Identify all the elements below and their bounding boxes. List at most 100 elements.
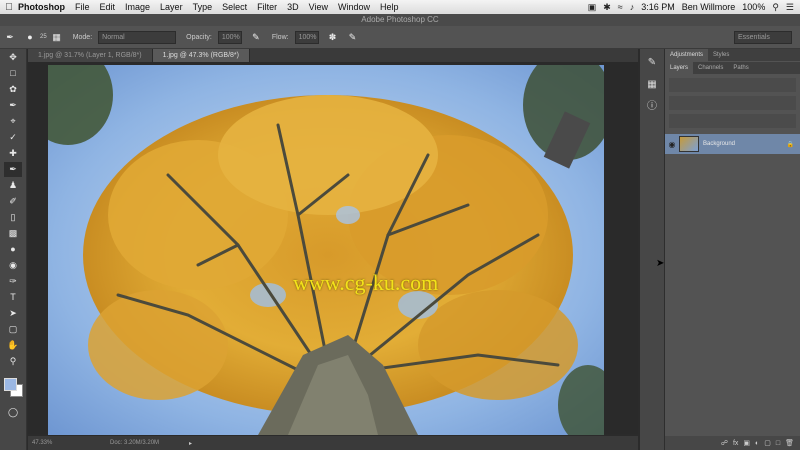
status-menu-arrow-icon[interactable]: ▸ <box>189 440 192 447</box>
new-layer-icon[interactable]: □ <box>776 440 780 447</box>
layer-filter-row[interactable] <box>669 78 796 92</box>
tools-panel: ✥ □ ✿ ✒ ⌖ ✓ ✚ ✒ ♟ ✐ ▯ ▩ ● ◉ ✑ T ➤ ▢ ✋ ⚲ … <box>0 49 27 450</box>
color-swatches[interactable] <box>3 377 23 399</box>
menu-file[interactable]: File <box>75 2 90 12</box>
add-mask-icon[interactable]: ▣ <box>743 439 750 447</box>
wifi-icon[interactable]: ≈ <box>618 2 623 12</box>
doc-size: Doc: 3.20M/3.20M <box>110 440 160 446</box>
layer-name[interactable]: Background <box>703 141 735 147</box>
tab-document-1[interactable]: 1.jpg @ 31.7% (Layer 1, RGB/8*) <box>28 49 153 62</box>
menu-type[interactable]: Type <box>193 2 213 12</box>
user-name[interactable]: Ben Willmore <box>682 2 736 12</box>
crop-tool-icon[interactable]: ⌖ <box>4 114 22 129</box>
workspace-select[interactable]: Essentials <box>734 30 792 44</box>
eyedropper-tool-icon[interactable]: ✓ <box>4 130 22 145</box>
pressure-size-icon[interactable]: ✎ <box>346 30 360 44</box>
brush-size-value: 25 <box>40 34 47 40</box>
zoom-tool-icon[interactable]: ⚲ <box>4 354 22 369</box>
path-select-tool-icon[interactable]: ➤ <box>4 306 22 321</box>
airplay-icon[interactable]: ▣ <box>588 2 597 13</box>
tree-photo <box>48 65 604 435</box>
window-title: Adobe Photoshop CC <box>0 14 800 26</box>
gradient-tool-icon[interactable]: ▩ <box>4 226 22 241</box>
mode-select[interactable]: Normal <box>98 30 177 44</box>
tab-adjustments[interactable]: Adjustments <box>665 49 709 61</box>
history-panel-icon[interactable]: ✎ <box>644 55 660 71</box>
status-bar: 47.33% Doc: 3.20M/3.20M ▸ <box>28 436 638 450</box>
flow-field[interactable]: 100% <box>294 30 319 44</box>
blur-tool-icon[interactable]: ● <box>4 242 22 257</box>
eraser-tool-icon[interactable]: ▯ <box>4 210 22 225</box>
shape-tool-icon[interactable]: ▢ <box>4 322 22 337</box>
move-tool-icon[interactable]: ✥ <box>4 50 22 65</box>
menu-view[interactable]: View <box>309 2 328 12</box>
document-tabs: 1.jpg @ 31.7% (Layer 1, RGB/8*) 1.jpg @ … <box>28 49 638 62</box>
mouse-cursor-icon: ➤ <box>656 258 665 269</box>
lasso-tool-icon[interactable]: ✿ <box>4 82 22 97</box>
app-menu[interactable]: Photoshop <box>18 2 65 12</box>
layers-panel-footer: ☍ fx ▣ ◐ ▢ □ 🗑 <box>665 436 800 450</box>
mode-label: Mode: <box>72 33 93 41</box>
airbrush-icon[interactable]: ✽ <box>326 30 340 44</box>
blend-mode-row[interactable] <box>669 96 796 110</box>
menu-window[interactable]: Window <box>338 2 370 12</box>
menu-select[interactable]: Select <box>222 2 247 12</box>
tab-paths[interactable]: Paths <box>728 62 753 74</box>
adjustment-layer-icon[interactable]: ◐ <box>755 440 759 447</box>
quick-mask-icon[interactable]: ◯ <box>4 405 22 420</box>
document-image[interactable] <box>48 65 604 435</box>
watermark-text: www.cg-ku.com <box>293 270 439 295</box>
menu-help[interactable]: Help <box>380 2 399 12</box>
tab-document-2[interactable]: 1.jpg @ 47.3% (RGB/8*) <box>152 49 250 62</box>
tab-styles[interactable]: Styles <box>708 49 734 61</box>
marquee-tool-icon[interactable]: □ <box>4 66 22 81</box>
layer-thumbnail <box>679 136 699 152</box>
pen-tool-icon[interactable]: ✑ <box>4 274 22 289</box>
clock[interactable]: 3:16 PM <box>641 2 675 12</box>
spotlight-icon[interactable]: ⚲ <box>772 2 779 13</box>
layer-row[interactable]: ◉ Background 🔒 <box>665 134 800 154</box>
dodge-tool-icon[interactable]: ◉ <box>4 258 22 273</box>
hand-tool-icon[interactable]: ✋ <box>4 338 22 353</box>
lock-icon: 🔒 <box>786 141 794 148</box>
notifications-icon[interactable]: ☰ <box>786 2 794 13</box>
healing-brush-tool-icon[interactable]: ✚ <box>4 146 22 161</box>
apple-icon[interactable]:  <box>0 2 18 13</box>
info-panel-icon[interactable]: ⓘ <box>644 99 660 115</box>
visibility-eye-icon[interactable]: ◉ <box>665 140 679 149</box>
canvas-area[interactable]: www.cg-ku.com <box>28 62 638 435</box>
type-tool-icon[interactable]: T <box>4 290 22 305</box>
clone-stamp-tool-icon[interactable]: ♟ <box>4 178 22 193</box>
quick-select-tool-icon[interactable]: ✒ <box>4 98 22 113</box>
new-group-icon[interactable]: ▢ <box>764 439 771 447</box>
collapsed-panels: ✎ ▦ ⓘ <box>640 49 665 450</box>
menu-layer[interactable]: Layer <box>160 2 183 12</box>
menu-extras: ▣ ✱ ≈ ♪ 3:16 PM Ben Willmore 100% ⚲ ☰ <box>588 2 800 13</box>
volume-icon[interactable]: ♪ <box>630 2 635 12</box>
options-bar: ✒ ● 25 ▦ Mode: Normal Opacity: 100% ✎ Fl… <box>0 26 800 49</box>
brush-tool-preset-icon[interactable]: ✒ <box>3 30 17 44</box>
menu-image[interactable]: Image <box>125 2 150 12</box>
opacity-field[interactable]: 100% <box>217 30 242 44</box>
link-layers-icon[interactable]: ☍ <box>721 439 728 447</box>
foreground-color-swatch[interactable] <box>4 378 17 391</box>
menu-edit[interactable]: Edit <box>100 2 116 12</box>
brush-size-picker[interactable]: ● <box>23 30 37 44</box>
history-brush-tool-icon[interactable]: ✐ <box>4 194 22 209</box>
tab-channels[interactable]: Channels <box>693 62 728 74</box>
menu-3d[interactable]: 3D <box>287 2 299 12</box>
battery-percent[interactable]: 100% <box>742 2 765 12</box>
zoom-level[interactable]: 47.33% <box>28 440 60 446</box>
layer-style-icon[interactable]: fx <box>733 440 738 447</box>
bluetooth-icon[interactable]: ✱ <box>603 2 611 13</box>
layers-panel: Adjustments Styles Layers Channels Paths… <box>665 49 800 450</box>
brush-panel-icon[interactable]: ▦ <box>50 30 64 44</box>
pressure-opacity-icon[interactable]: ✎ <box>249 30 263 44</box>
menu-filter[interactable]: Filter <box>257 2 277 12</box>
properties-panel-icon[interactable]: ▦ <box>644 77 660 93</box>
brush-tool-icon[interactable]: ✒ <box>4 162 22 177</box>
delete-layer-icon[interactable]: 🗑 <box>785 439 794 447</box>
tab-layers[interactable]: Layers <box>665 62 694 74</box>
panel-tabs-top: Adjustments Styles <box>665 49 800 61</box>
lock-row[interactable] <box>669 114 796 128</box>
